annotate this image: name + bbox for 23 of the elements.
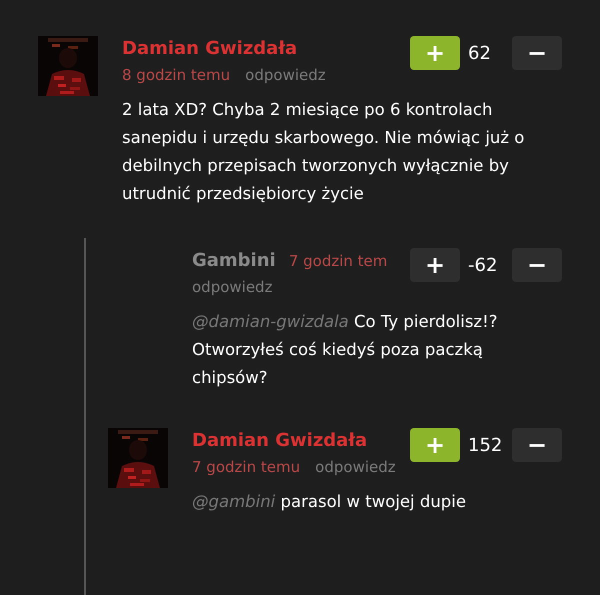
reply-link[interactable]: odpowiedz (245, 66, 326, 84)
author-name[interactable]: Gambini (192, 250, 276, 271)
upvote-button[interactable]: + (410, 36, 460, 70)
comment-time: 8 godzin temu (122, 66, 230, 84)
author-name[interactable]: Damian Gwizdała (192, 430, 368, 451)
mention-link[interactable]: @damian-gwizdala (192, 312, 349, 331)
comment-text: 2 lata XD? Chyba 2 miesiące po 6 kontrolach sanepidu i urzędu skarbowego. Nie mówiąc już o debilnych przepisach tworzonych wyłącznie by utrudnić przedsiębiorcy życie (122, 99, 526, 205)
vote-score: 62 (468, 42, 492, 64)
reply-link[interactable]: odpowiedz (192, 278, 272, 296)
comment-text: @damian-gwizdala Co Ty pierdolisz!? Otworzyłeś coś kiedyś poza paczką chipsów? (192, 311, 498, 389)
mention-link[interactable]: @gambini (192, 492, 276, 511)
reply-link[interactable]: odpowiedz (315, 458, 396, 476)
vote-score: -62 (468, 254, 498, 276)
comment-text: @gambini parasol w twojej dupie (192, 491, 468, 513)
vote-score: 152 (468, 434, 504, 456)
comment-time: 7 godzin tem (288, 252, 388, 270)
comment-time: 7 godzin temu (192, 458, 300, 476)
downvote-button[interactable]: − (512, 428, 562, 462)
upvote-button[interactable]: + (410, 248, 460, 282)
upvote-button[interactable]: + (410, 428, 460, 462)
downvote-button[interactable]: − (512, 36, 562, 70)
downvote-button[interactable]: − (512, 248, 562, 282)
author-name[interactable]: Damian Gwizdała (122, 38, 298, 59)
